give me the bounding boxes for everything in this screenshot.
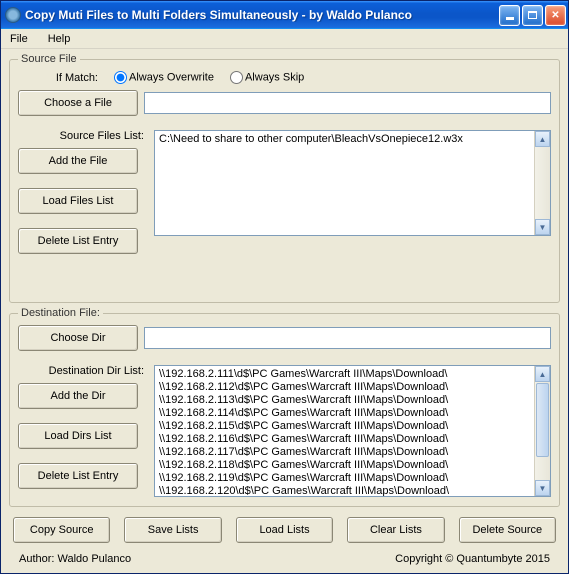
delete-file-entry-button[interactable]: Delete List Entry [18,228,138,254]
radio-overwrite-text: Always Overwrite [129,71,214,83]
source-fieldset: Source File If Match: Always Overwrite A… [9,53,560,303]
scroll-up-icon[interactable]: ▲ [535,131,550,147]
scroll-track[interactable] [535,382,550,480]
titlebar[interactable]: Copy Muti Files to Multi Folders Simulta… [1,1,568,29]
delete-source-button[interactable]: Delete Source [459,517,556,543]
if-match-row: If Match: Always Overwrite Always Skip [18,71,551,84]
menu-help[interactable]: Help [45,31,74,47]
list-item[interactable]: \\192.168.2.112\d$\PC Games\Warcraft III… [159,381,530,394]
list-item[interactable]: \\192.168.2.119\d$\PC Games\Warcraft III… [159,472,530,485]
menubar: File Help [1,29,568,49]
close-icon: ✕ [551,10,559,21]
copy-source-button[interactable]: Copy Source [13,517,110,543]
dest-scrollbar[interactable]: ▲ ▼ [534,366,550,496]
load-files-button[interactable]: Load Files List [18,188,138,214]
radio-skip[interactable] [230,71,243,84]
dest-dir-input[interactable] [144,327,551,349]
source-list-area: Source Files List: Add the File Load Fil… [18,130,551,254]
list-item[interactable]: \\192.168.2.116\d$\PC Games\Warcraft III… [159,433,530,446]
choose-dir-button[interactable]: Choose Dir [18,325,138,351]
delete-dir-entry-button[interactable]: Delete List Entry [18,463,138,489]
source-scrollbar[interactable]: ▲ ▼ [534,131,550,235]
clear-lists-button[interactable]: Clear Lists [347,517,444,543]
minimize-button[interactable] [499,5,520,26]
source-left-col: Source Files List: Add the File Load Fil… [18,130,148,254]
window-controls: ✕ [499,5,566,26]
list-item[interactable]: \\192.168.2.120\d$\PC Games\Warcraft III… [159,485,530,496]
add-file-button[interactable]: Add the File [18,148,138,174]
list-item[interactable]: \\192.168.2.115\d$\PC Games\Warcraft III… [159,420,530,433]
dest-list-area: Destination Dir List: Add the Dir Load D… [18,365,551,497]
dest-listbox[interactable]: \\192.168.2.111\d$\PC Games\Warcraft III… [154,365,551,497]
list-item[interactable]: C:\Need to share to other computer\Bleac… [159,133,530,146]
save-lists-button[interactable]: Save Lists [124,517,221,543]
bottom-button-row: Copy Source Save Lists Load Lists Clear … [9,511,560,545]
dest-fieldset: Destination File: Choose Dir Destination… [9,307,560,507]
window-title: Copy Muti Files to Multi Folders Simulta… [25,8,499,22]
app-window: Copy Muti Files to Multi Folders Simulta… [0,0,569,574]
maximize-icon [528,11,537,19]
source-legend: Source File [18,53,80,65]
app-icon [5,7,21,23]
choose-file-button[interactable]: Choose a File [18,90,138,116]
status-bar: Author: Waldo Pulanco Copyright © Quantu… [9,549,560,571]
add-dir-button[interactable]: Add the Dir [18,383,138,409]
list-item[interactable]: \\192.168.2.113\d$\PC Games\Warcraft III… [159,394,530,407]
scroll-track[interactable] [535,147,550,219]
list-item[interactable]: \\192.168.2.111\d$\PC Games\Warcraft III… [159,368,530,381]
radio-overwrite[interactable] [114,71,127,84]
load-dirs-button[interactable]: Load Dirs List [18,423,138,449]
dest-list-content: \\192.168.2.111\d$\PC Games\Warcraft III… [155,366,534,496]
load-lists-button[interactable]: Load Lists [236,517,333,543]
if-match-label: If Match: [18,72,98,84]
dest-legend: Destination File: [18,307,103,319]
dest-left-col: Destination Dir List: Add the Dir Load D… [18,365,148,489]
scroll-up-icon[interactable]: ▲ [535,366,550,382]
source-file-input[interactable] [144,92,551,114]
source-list-content: C:\Need to share to other computer\Bleac… [155,131,534,235]
copyright-label: Copyright © Quantumbyte 2015 [395,553,550,565]
source-listbox[interactable]: C:\Need to share to other computer\Bleac… [154,130,551,236]
menu-file[interactable]: File [7,31,31,47]
scroll-down-icon[interactable]: ▼ [535,480,550,496]
scroll-thumb[interactable] [536,383,549,457]
radio-skip-label[interactable]: Always Skip [220,71,304,84]
dest-list-label: Destination Dir List: [18,365,148,377]
list-item[interactable]: \\192.168.2.114\d$\PC Games\Warcraft III… [159,407,530,420]
minimize-icon [506,17,514,20]
author-label: Author: Waldo Pulanco [19,553,131,565]
radio-overwrite-label[interactable]: Always Overwrite [104,71,214,84]
list-item[interactable]: \\192.168.2.118\d$\PC Games\Warcraft III… [159,459,530,472]
source-list-label: Source Files List: [18,130,148,142]
close-button[interactable]: ✕ [545,5,566,26]
maximize-button[interactable] [522,5,543,26]
radio-skip-text: Always Skip [245,71,304,83]
choose-dir-row: Choose Dir [18,325,551,351]
list-item[interactable]: \\192.168.2.117\d$\PC Games\Warcraft III… [159,446,530,459]
scroll-down-icon[interactable]: ▼ [535,219,550,235]
choose-file-row: Choose a File [18,90,551,116]
content-area: Source File If Match: Always Overwrite A… [1,49,568,573]
